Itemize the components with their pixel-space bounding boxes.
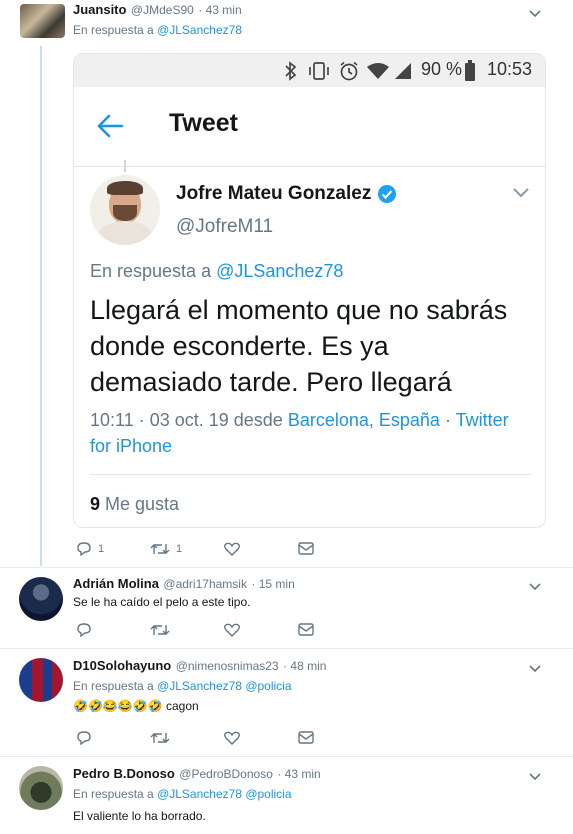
chevron-down-icon[interactable]: [527, 660, 543, 676]
battery-icon: [465, 60, 475, 81]
author-avatar[interactable]: [90, 175, 160, 245]
dm-button[interactable]: [298, 731, 314, 744]
likes-label: Me gusta: [105, 494, 180, 514]
author-name[interactable]: Jofre Mateu Gonzalez: [176, 183, 371, 205]
timestamp[interactable]: · 43 min: [198, 3, 241, 17]
tweet-text: 🤣🤣😂😂🤣🤣 cagon: [73, 699, 199, 713]
mention-link[interactable]: @policia: [245, 679, 291, 693]
battery-percent: 90 %: [421, 59, 463, 79]
chevron-down-icon[interactable]: [527, 768, 543, 784]
reply-count: 1: [98, 542, 105, 555]
avatar[interactable]: [19, 766, 63, 810]
tweet-text: El valiente lo ha borrado.: [73, 809, 206, 823]
like-button[interactable]: [224, 542, 298, 556]
tweet-actions: 1 1: [76, 541, 314, 556]
verified-badge-icon: [378, 185, 397, 203]
heart-icon: [224, 623, 240, 637]
heart-icon: [224, 542, 240, 556]
retweet-count: 1: [176, 542, 183, 555]
chevron-down-icon[interactable]: [527, 578, 543, 594]
reply-button[interactable]: [76, 622, 150, 637]
dm-button[interactable]: [298, 623, 314, 636]
page-title: Tweet: [169, 109, 238, 137]
mention-link[interactable]: @JLSanchez78: [157, 23, 242, 37]
tweet-actions: [76, 622, 314, 637]
app-header: Tweet: [74, 87, 545, 167]
tweet-text: Llegará el momento que no sabrás donde e…: [90, 295, 508, 397]
likes-summary[interactable]: 9 Me gusta: [90, 494, 179, 515]
embedded-screenshot[interactable]: 90 % 10:53 Tweet Jofre Mateu Gonzalez @J…: [73, 53, 546, 528]
screenshot-thread-line: [124, 160, 126, 172]
mention-link[interactable]: @policia: [245, 787, 291, 801]
retweet-button[interactable]: [150, 623, 224, 637]
chevron-down-icon[interactable]: [512, 186, 530, 200]
retweet-button[interactable]: [150, 731, 224, 745]
reply-icon: [77, 623, 91, 637]
chevron-down-icon[interactable]: [527, 5, 543, 21]
like-button[interactable]: [224, 623, 298, 637]
thread-line: [40, 46, 42, 566]
tweet-text: Se le ha caído el pelo a este tipo.: [73, 595, 251, 609]
reply-button[interactable]: 1: [76, 541, 150, 556]
avatar[interactable]: [19, 577, 63, 621]
like-button[interactable]: [224, 731, 298, 745]
likes-count: 9: [90, 494, 101, 514]
reply-button[interactable]: [76, 730, 150, 745]
reply-context: En respuesta a @JLSanchez78 @policia: [73, 679, 292, 693]
heart-icon: [224, 731, 240, 745]
timestamp[interactable]: · 15 min: [251, 577, 294, 591]
avatar[interactable]: [19, 658, 63, 702]
timestamp[interactable]: · 43 min: [277, 767, 320, 781]
clock: 10:53: [487, 59, 533, 79]
envelope-icon: [298, 623, 314, 636]
envelope-icon: [298, 542, 314, 555]
retweet-icon: [150, 624, 170, 635]
divider: [0, 567, 573, 568]
author-handle[interactable]: @PedroBDonoso: [179, 767, 273, 781]
author-handle[interactable]: @JMdeS90: [131, 3, 194, 17]
mention-link[interactable]: @JLSanchez78: [157, 787, 242, 801]
divider: [0, 756, 573, 757]
wifi-icon: [367, 63, 389, 79]
reply-context: En respuesta a @JLSanchez78: [90, 261, 344, 281]
vibrate-icon: [309, 62, 329, 80]
reply-context: En respuesta a @JLSanchez78: [73, 23, 242, 37]
location-link[interactable]: Barcelona, España: [288, 410, 440, 430]
tweet-actions: [76, 730, 314, 745]
phone-status-bar: 90 % 10:53: [74, 54, 545, 87]
author-handle[interactable]: @nimenosnimas23: [176, 659, 279, 673]
envelope-icon: [298, 731, 314, 744]
author-name[interactable]: D10Solohayuno: [73, 658, 171, 673]
tweet-meta: 10:11 · 03 oct. 19 desde Barcelona, Espa…: [90, 410, 509, 456]
divider: [0, 648, 573, 649]
mention-link[interactable]: @JLSanchez78: [216, 261, 343, 281]
avatar[interactable]: [20, 4, 65, 38]
mention-link[interactable]: @JLSanchez78: [157, 679, 242, 693]
author-handle[interactable]: @adri17hamsik: [163, 577, 247, 591]
timestamp[interactable]: · 48 min: [283, 659, 326, 673]
reply-icon: [77, 731, 91, 745]
author-handle[interactable]: @JofreM11: [176, 216, 273, 238]
retweet-icon: [150, 732, 170, 743]
retweet-icon: [150, 543, 170, 554]
dm-button[interactable]: [298, 542, 314, 555]
author-name[interactable]: Adrián Molina: [73, 576, 159, 591]
bluetooth-icon: [285, 61, 297, 81]
reply-icon: [77, 542, 91, 556]
author-name[interactable]: Juansito: [73, 2, 126, 17]
divider: [90, 474, 530, 475]
back-arrow-icon[interactable]: [96, 113, 124, 139]
retweet-button[interactable]: 1: [150, 542, 224, 556]
reply-context: En respuesta a @JLSanchez78 @policia: [73, 787, 292, 801]
signal-icon: [395, 63, 411, 79]
author-name[interactable]: Pedro B.Donoso: [73, 766, 175, 781]
alarm-icon: [340, 61, 358, 81]
emoji-sequence: 🤣🤣😂😂🤣🤣: [73, 699, 163, 713]
